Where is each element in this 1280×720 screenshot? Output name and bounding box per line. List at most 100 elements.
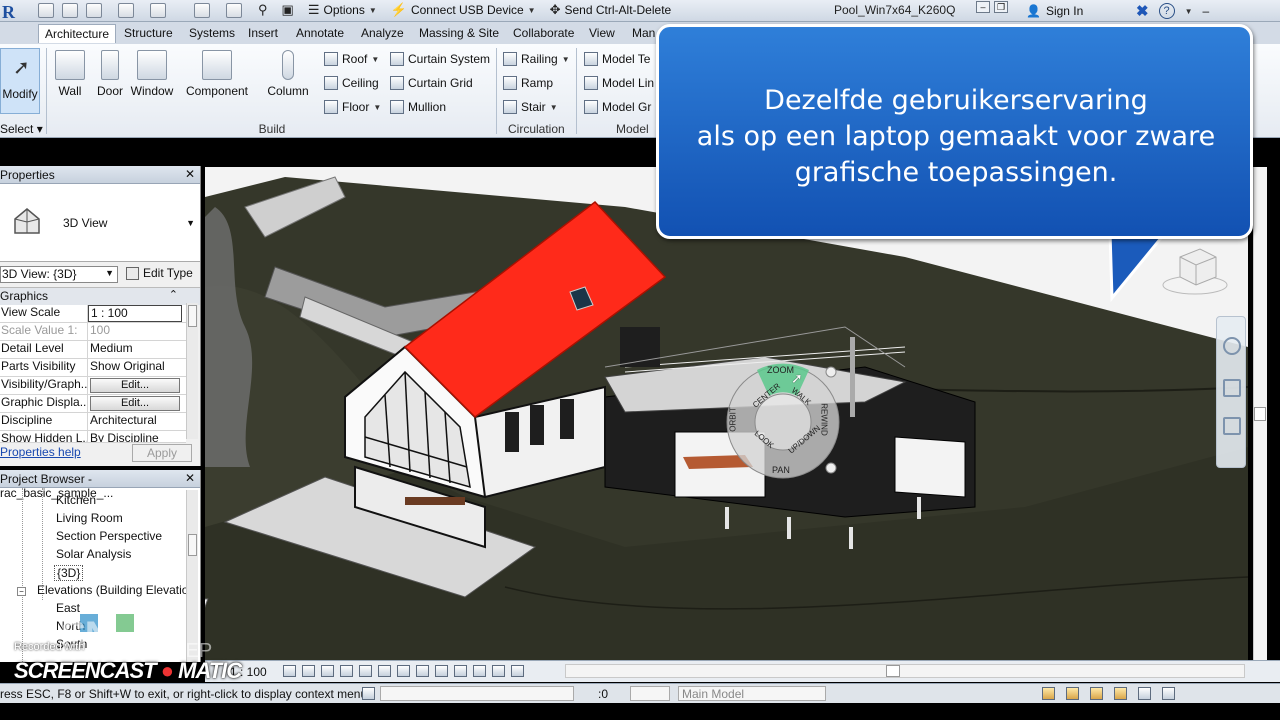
full-navigation-wheel-icon[interactable] xyxy=(1223,337,1241,355)
view-scale-input[interactable]: 1 : 100 xyxy=(88,305,182,322)
ceiling-tool[interactable]: Ceiling xyxy=(324,76,379,90)
parts-visibility-value[interactable]: Show Original xyxy=(88,359,182,376)
graphics-group[interactable]: Graphics ⌃ xyxy=(0,288,200,305)
wheel-zoom-label[interactable]: ZOOM xyxy=(767,365,794,375)
tree-item-solar-analysis[interactable]: Solar Analysis xyxy=(56,547,131,561)
component-tool[interactable]: Component xyxy=(184,50,250,98)
tab-analyze[interactable]: Analyze xyxy=(361,26,404,40)
tab-view[interactable]: View xyxy=(589,26,615,40)
properties-help-link[interactable]: Properties help xyxy=(0,445,81,459)
select-underlay-icon[interactable] xyxy=(1066,687,1079,700)
edit-type-button[interactable]: Edit Type xyxy=(126,266,193,280)
tree-item-section-perspective[interactable]: Section Perspective xyxy=(56,529,162,543)
model-line-tool[interactable]: Model Lin xyxy=(584,76,654,90)
stair-tool[interactable]: Stair ▼ xyxy=(503,100,558,114)
show-constraints-icon[interactable] xyxy=(511,665,524,677)
sync-icon[interactable] xyxy=(86,3,102,18)
floor-tool[interactable]: Floor ▼ xyxy=(324,100,381,114)
redo-icon[interactable] xyxy=(150,3,166,18)
send-cad-button[interactable]: ✥ Send Ctrl-Alt-Delete xyxy=(550,2,672,18)
browser-scrollbar[interactable] xyxy=(186,490,198,662)
model-group-tool[interactable]: Model Gr xyxy=(584,100,651,114)
lock-view-icon[interactable] xyxy=(416,665,429,677)
drag-elements-icon[interactable] xyxy=(1138,687,1151,700)
display-icon[interactable]: ▣ xyxy=(282,2,294,18)
view-selector[interactable]: 3D View: {3D} ▼ xyxy=(0,266,118,283)
highlight-displacement-icon[interactable] xyxy=(492,665,505,677)
open-icon[interactable] xyxy=(38,3,54,18)
tab-architecture[interactable]: Architecture xyxy=(38,24,117,43)
show-hidden-value[interactable]: By Discipline xyxy=(88,431,182,442)
scroll-thumb[interactable] xyxy=(1254,407,1266,421)
help-icon[interactable]: ? xyxy=(1158,3,1175,19)
visibility-edit-button[interactable]: Edit... xyxy=(90,378,180,393)
main-model-select[interactable]: Main Model xyxy=(678,686,826,701)
properties-scrollbar[interactable] xyxy=(186,303,198,439)
tree-item-elevations[interactable]: Elevations (Building Elevation xyxy=(37,583,195,597)
discipline-value[interactable]: Architectural xyxy=(88,413,182,430)
tree-item-east[interactable]: East xyxy=(56,601,80,615)
undo-icon[interactable] xyxy=(118,3,134,18)
curtain-grid-tool[interactable]: Curtain Grid xyxy=(390,76,473,90)
filter-icon[interactable] xyxy=(1162,687,1175,700)
type-selector[interactable]: 3D View ▼ xyxy=(0,184,200,262)
apply-button[interactable]: Apply xyxy=(132,444,192,462)
select-links-icon[interactable] xyxy=(1042,687,1055,700)
worksets-icon[interactable] xyxy=(362,687,375,700)
show-crop-icon[interactable] xyxy=(397,665,410,677)
sign-in-button[interactable]: 👤 Sign In ▼ xyxy=(1026,4,1146,18)
scroll-thumb[interactable] xyxy=(886,665,900,677)
mullion-tool[interactable]: Mullion xyxy=(390,100,446,114)
collapse-icon[interactable]: ⌃ xyxy=(169,288,178,301)
modify-button[interactable]: ➚ Modify xyxy=(0,48,40,114)
scroll-thumb[interactable] xyxy=(188,305,197,327)
tab-systems[interactable]: Systems xyxy=(189,26,235,40)
wheel-orbit-label[interactable]: ORBIT xyxy=(729,407,738,431)
curtain-system-tool[interactable]: Curtain System xyxy=(390,52,490,66)
visual-style-icon[interactable] xyxy=(302,665,315,677)
close-icon[interactable]: ✕ xyxy=(185,471,195,485)
3d-viewport[interactable]: ZOOM PAN WALK REWIND ORBIT CENTER UP/DOW… xyxy=(205,167,1248,660)
detail-level-value[interactable]: Medium xyxy=(88,341,182,358)
ramp-tool[interactable]: Ramp xyxy=(503,76,553,90)
close-icon[interactable]: ✕ xyxy=(185,167,195,181)
analysis-display-icon[interactable] xyxy=(473,665,486,677)
options-menu[interactable]: ☰ Options ▼ xyxy=(308,2,377,18)
design-options-field[interactable] xyxy=(630,686,670,701)
graphic-display-edit-button[interactable]: Edit... xyxy=(90,396,180,411)
pan-icon[interactable] xyxy=(1223,379,1241,397)
tab-structure[interactable]: Structure xyxy=(124,26,173,40)
sun-path-icon[interactable] xyxy=(321,665,334,677)
reveal-hidden-icon[interactable] xyxy=(454,665,467,677)
render-icon[interactable] xyxy=(359,665,372,677)
chevron-down-icon[interactable]: ▼ xyxy=(1185,7,1193,16)
tree-item-kitchen[interactable]: Kitchen xyxy=(56,493,96,507)
save-icon[interactable] xyxy=(62,3,78,18)
pin-icon[interactable]: ⚲ xyxy=(258,2,268,18)
shadows-icon[interactable] xyxy=(340,665,353,677)
view-cube-icon[interactable] xyxy=(1160,237,1230,297)
zoom-icon[interactable] xyxy=(1223,417,1241,435)
minimize-icon[interactable]: – xyxy=(976,1,990,13)
temporary-hide-icon[interactable] xyxy=(435,665,448,677)
select-dropdown[interactable]: Select ▾ xyxy=(0,122,43,136)
crop-view-icon[interactable] xyxy=(378,665,391,677)
revit-logo-icon[interactable]: R xyxy=(2,2,28,22)
collapse-icon[interactable]: − xyxy=(17,587,26,596)
viewport-horizontal-scrollbar[interactable] xyxy=(565,664,1245,678)
restore-icon[interactable]: ❐ xyxy=(994,1,1008,13)
tab-annotate[interactable]: Annotate xyxy=(296,26,344,40)
railing-tool[interactable]: Railing ▼ xyxy=(503,52,570,66)
tag-icon[interactable] xyxy=(226,3,242,18)
tab-manage[interactable]: Man xyxy=(632,26,655,40)
select-pinned-icon[interactable] xyxy=(1090,687,1103,700)
model-text-tool[interactable]: Model Te xyxy=(584,52,650,66)
tab-collaborate[interactable]: Collaborate xyxy=(513,26,574,40)
tab-massing-site[interactable]: Massing & Site xyxy=(419,26,499,40)
viewport-vertical-scrollbar[interactable] xyxy=(1253,167,1267,660)
workset-field[interactable] xyxy=(380,686,574,701)
tab-insert[interactable]: Insert xyxy=(248,26,278,40)
select-by-face-icon[interactable] xyxy=(1114,687,1127,700)
detail-level-icon[interactable] xyxy=(283,665,296,677)
tree-item-3d[interactable]: {3D} xyxy=(54,565,84,581)
